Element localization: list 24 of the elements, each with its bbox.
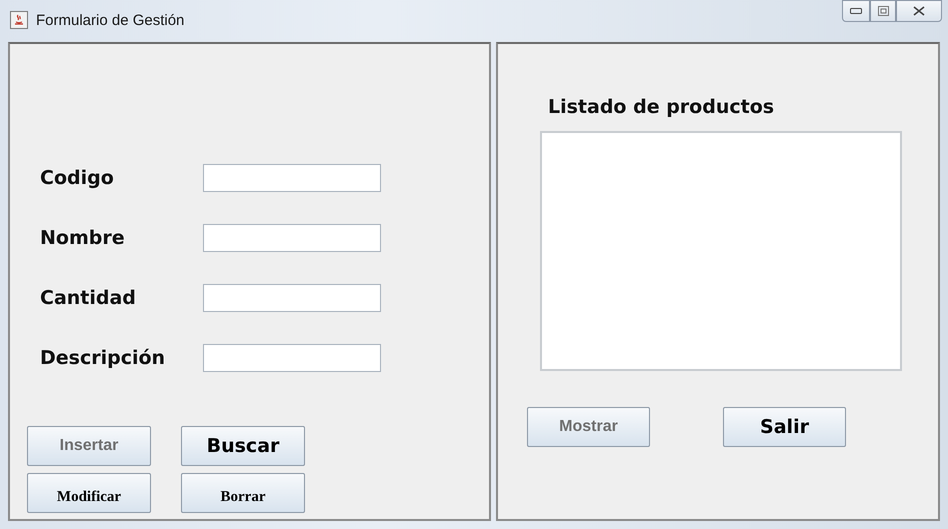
list-title: Listado de productos [548,96,776,118]
java-app-icon [10,11,28,29]
maximize-icon [878,6,888,16]
input-field[interactable] [203,164,381,192]
minimize-button[interactable] [842,0,870,22]
input-field[interactable] [203,224,381,252]
action-button[interactable]: Buscar [181,426,305,466]
field-label: Cantidad [39,287,137,309]
input-field[interactable] [203,284,381,312]
window-title: Formulario de Gestión [36,12,186,28]
field-label: Codigo [39,167,115,189]
action-button[interactable]: Insertar [27,426,151,466]
action-button[interactable]: Borrar [181,473,305,513]
action-button[interactable]: Mostrar [527,407,650,447]
close-button[interactable] [896,0,942,22]
action-button[interactable]: Salir [723,407,846,447]
product-list[interactable] [540,131,902,371]
close-icon [913,6,925,16]
action-button[interactable]: Modificar [27,473,151,513]
field-label: Descripción [39,347,166,369]
input-field[interactable] [203,344,381,372]
maximize-button[interactable] [870,0,896,22]
minimize-icon [850,8,862,14]
field-label: Nombre [39,227,126,249]
